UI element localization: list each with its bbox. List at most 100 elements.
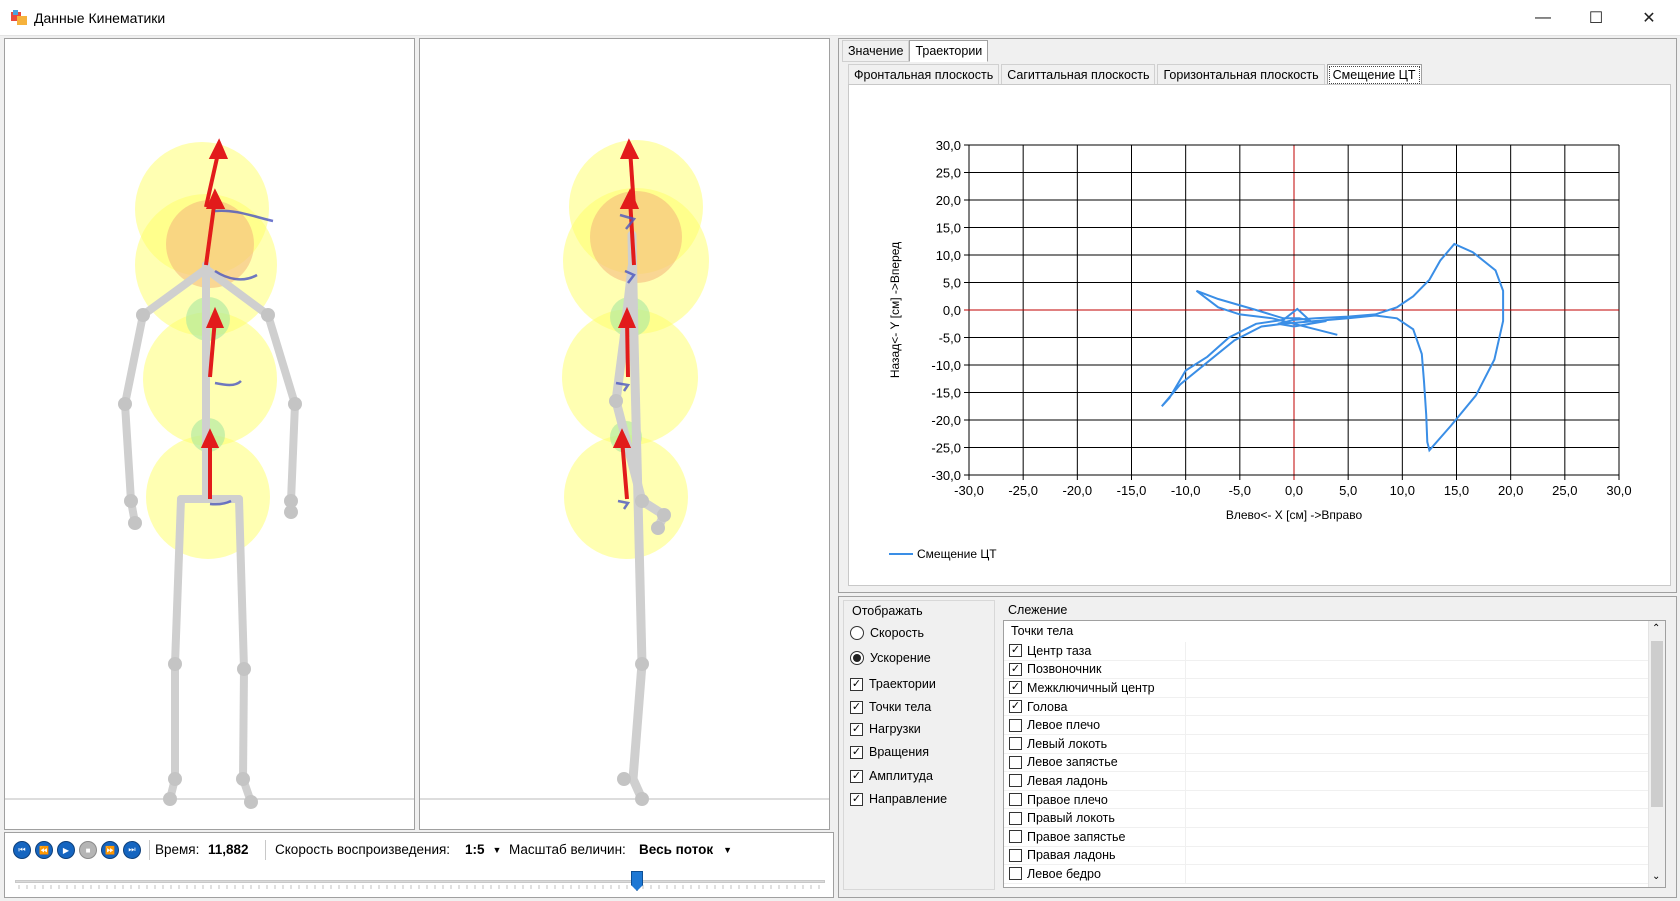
tracking-row[interactable]: Левое плечо — [1004, 716, 1649, 735]
tab-trajectories[interactable]: Траектории — [909, 40, 989, 62]
scroll-thumb[interactable] — [1651, 641, 1663, 807]
tracking-cell: Правое запястье — [1004, 828, 1186, 846]
minimize-button[interactable]: — — [1520, 0, 1566, 36]
check-direction[interactable]: ✓ Направление — [850, 792, 947, 806]
tracking-row[interactable]: Правое запястье — [1004, 828, 1649, 847]
scale-dropdown[interactable]: Весь поток ▼ — [639, 842, 732, 857]
radio-speed-label: Скорость — [870, 626, 924, 640]
tracking-checkbox[interactable]: ✓ — [1009, 681, 1022, 695]
x-tick-label: 0,0 — [1285, 483, 1303, 498]
tracking-label: Левый локоть — [1027, 736, 1108, 751]
check-body-points[interactable]: ✓ Точки тела — [850, 700, 931, 714]
tracking-row[interactable]: Правое плечо — [1004, 790, 1649, 810]
y-tick-label: 20,0 — [936, 193, 961, 208]
tracking-list[interactable]: Точки тела ✓ Центр таза ✓ Позвоночник ✓ Межкл… — [1003, 620, 1666, 888]
tracking-checkbox[interactable] — [1009, 774, 1022, 788]
tracking-checkbox[interactable] — [1009, 811, 1022, 825]
close-button[interactable]: ✕ — [1626, 0, 1672, 36]
tab-cog-shift[interactable]: Смещение ЦТ — [1326, 64, 1422, 86]
display-group-title: Отображать — [852, 604, 923, 618]
close-icon: ✕ — [1642, 10, 1656, 27]
checkbox[interactable]: ✓ — [850, 677, 863, 691]
tab-sagittal-plane[interactable]: Сагиттальная плоскость — [1001, 64, 1156, 86]
chevron-down-icon: ▼ — [723, 845, 733, 855]
tracking-checkbox[interactable]: ✓ — [1009, 644, 1022, 658]
time-slider[interactable] — [15, 871, 825, 891]
y-tick-label: -5,0 — [939, 331, 961, 346]
skip-end-icon: ⏭ — [128, 845, 136, 854]
scale-value: Весь поток — [639, 842, 714, 857]
checkbox[interactable]: ✓ — [850, 722, 863, 736]
scroll-up-icon[interactable]: ⌃ — [1652, 623, 1660, 634]
tracking-row[interactable]: ✓ Межключичный центр — [1004, 679, 1649, 698]
tracking-label: Центр таза — [1027, 643, 1092, 658]
tracking-checkbox[interactable]: ✓ — [1009, 700, 1022, 714]
skip-start-icon: ⏮ — [18, 845, 26, 854]
maximize-button[interactable]: ☐ — [1573, 0, 1619, 36]
tracking-label: Правый локоть — [1027, 811, 1115, 826]
tracking-cell: Правая ладонь — [1004, 846, 1186, 865]
stop-button[interactable]: ■ — [79, 841, 97, 859]
tracking-row[interactable]: Правый локоть — [1004, 809, 1649, 828]
tracking-row[interactable]: Левое бедро — [1004, 865, 1649, 884]
speed-dropdown[interactable]: 1:5 ▼ — [465, 842, 501, 857]
checkbox[interactable]: ✓ — [850, 792, 863, 806]
radio-speed-indicator[interactable] — [850, 626, 864, 640]
tab-value[interactable]: Значение — [842, 40, 910, 62]
tracking-cell: Левое плечо — [1004, 716, 1186, 734]
fast-forward-button[interactable]: ⏩ — [101, 841, 119, 859]
tracking-checkbox[interactable] — [1009, 867, 1022, 881]
x-tick-label: -5,0 — [1229, 483, 1251, 498]
skip-start-button[interactable]: ⏮ — [13, 841, 31, 859]
tracking-row[interactable]: Правая ладонь — [1004, 846, 1649, 866]
rewind-icon: ⏪ — [39, 845, 49, 855]
rewind-button[interactable]: ⏪ — [35, 841, 53, 859]
check-trajectories-label: Траектории — [869, 677, 936, 691]
tracking-label: Правое плечо — [1027, 792, 1108, 807]
y-axis-label: Назад<- Y [см] ->Вперед — [888, 242, 902, 378]
check-rotations-label: Вращения — [869, 745, 929, 759]
check-loads[interactable]: ✓ Нагрузки — [850, 722, 921, 736]
radio-speed[interactable]: Скорость — [850, 626, 924, 640]
tracking-checkbox[interactable] — [1009, 793, 1022, 807]
tracking-checkbox[interactable] — [1009, 718, 1022, 732]
tracking-row[interactable]: ✓ Позвоночник — [1004, 660, 1649, 680]
skip-end-button[interactable]: ⏭ — [123, 841, 141, 859]
skeleton-view-front[interactable] — [4, 38, 415, 830]
radio-acceleration[interactable]: Ускорение — [850, 651, 931, 665]
tracking-checkbox[interactable] — [1009, 737, 1022, 751]
radio-acceleration-indicator[interactable] — [850, 651, 864, 665]
check-amplitude[interactable]: ✓ Амплитуда — [850, 769, 933, 783]
scale-label: Масштаб величин: — [509, 842, 626, 857]
time-label: Время: — [155, 842, 200, 857]
slider-ticks — [18, 885, 820, 889]
playback-bar: ⏮ ⏪ ▶ ■ ⏩ ⏭ Время: 11,882 Скорость воспр… — [4, 832, 834, 898]
tab-horizontal-plane[interactable]: Горизонтальная плоскость — [1157, 64, 1325, 86]
tracking-checkbox[interactable] — [1009, 848, 1022, 862]
tracking-row[interactable]: ✓ Центр таза — [1004, 642, 1649, 661]
tracking-row[interactable]: Левая ладонь — [1004, 772, 1649, 791]
tracking-row[interactable]: ✓ Голова — [1004, 697, 1649, 717]
skeleton-front-canvas — [5, 138, 414, 809]
tab-frontal-plane[interactable]: Фронтальная плоскость — [848, 64, 1000, 86]
tracking-checkbox[interactable] — [1009, 830, 1022, 844]
checkbox[interactable]: ✓ — [850, 769, 863, 783]
skeleton-side-canvas — [420, 138, 829, 806]
chevron-down-icon: ▼ — [492, 845, 502, 855]
tracking-checkbox[interactable] — [1009, 755, 1022, 769]
legend-label: Смещение ЦТ — [917, 547, 997, 561]
checkbox[interactable]: ✓ — [850, 745, 863, 759]
tracking-scrollbar[interactable]: ⌃ ⌄ — [1648, 621, 1665, 887]
tracking-row[interactable]: Левое запястье — [1004, 753, 1649, 773]
check-trajectories[interactable]: ✓ Траектории — [850, 677, 936, 691]
scroll-down-icon[interactable]: ⌄ — [1652, 871, 1660, 882]
separator — [265, 840, 266, 860]
check-rotations[interactable]: ✓ Вращения — [850, 745, 929, 759]
skeleton-view-side[interactable] — [419, 38, 830, 830]
checkbox[interactable]: ✓ — [850, 700, 863, 714]
cog-shift-chart[interactable]: -30,0 -25,0 -20,0 -15,0 -10,0 -5,0 0,0 5,0 10,0 1… — [849, 85, 1670, 585]
play-button[interactable]: ▶ — [57, 841, 75, 859]
tracking-label: Правая ладонь — [1027, 848, 1116, 863]
tracking-checkbox[interactable]: ✓ — [1009, 662, 1022, 676]
tracking-row[interactable]: Левый локоть — [1004, 735, 1649, 754]
